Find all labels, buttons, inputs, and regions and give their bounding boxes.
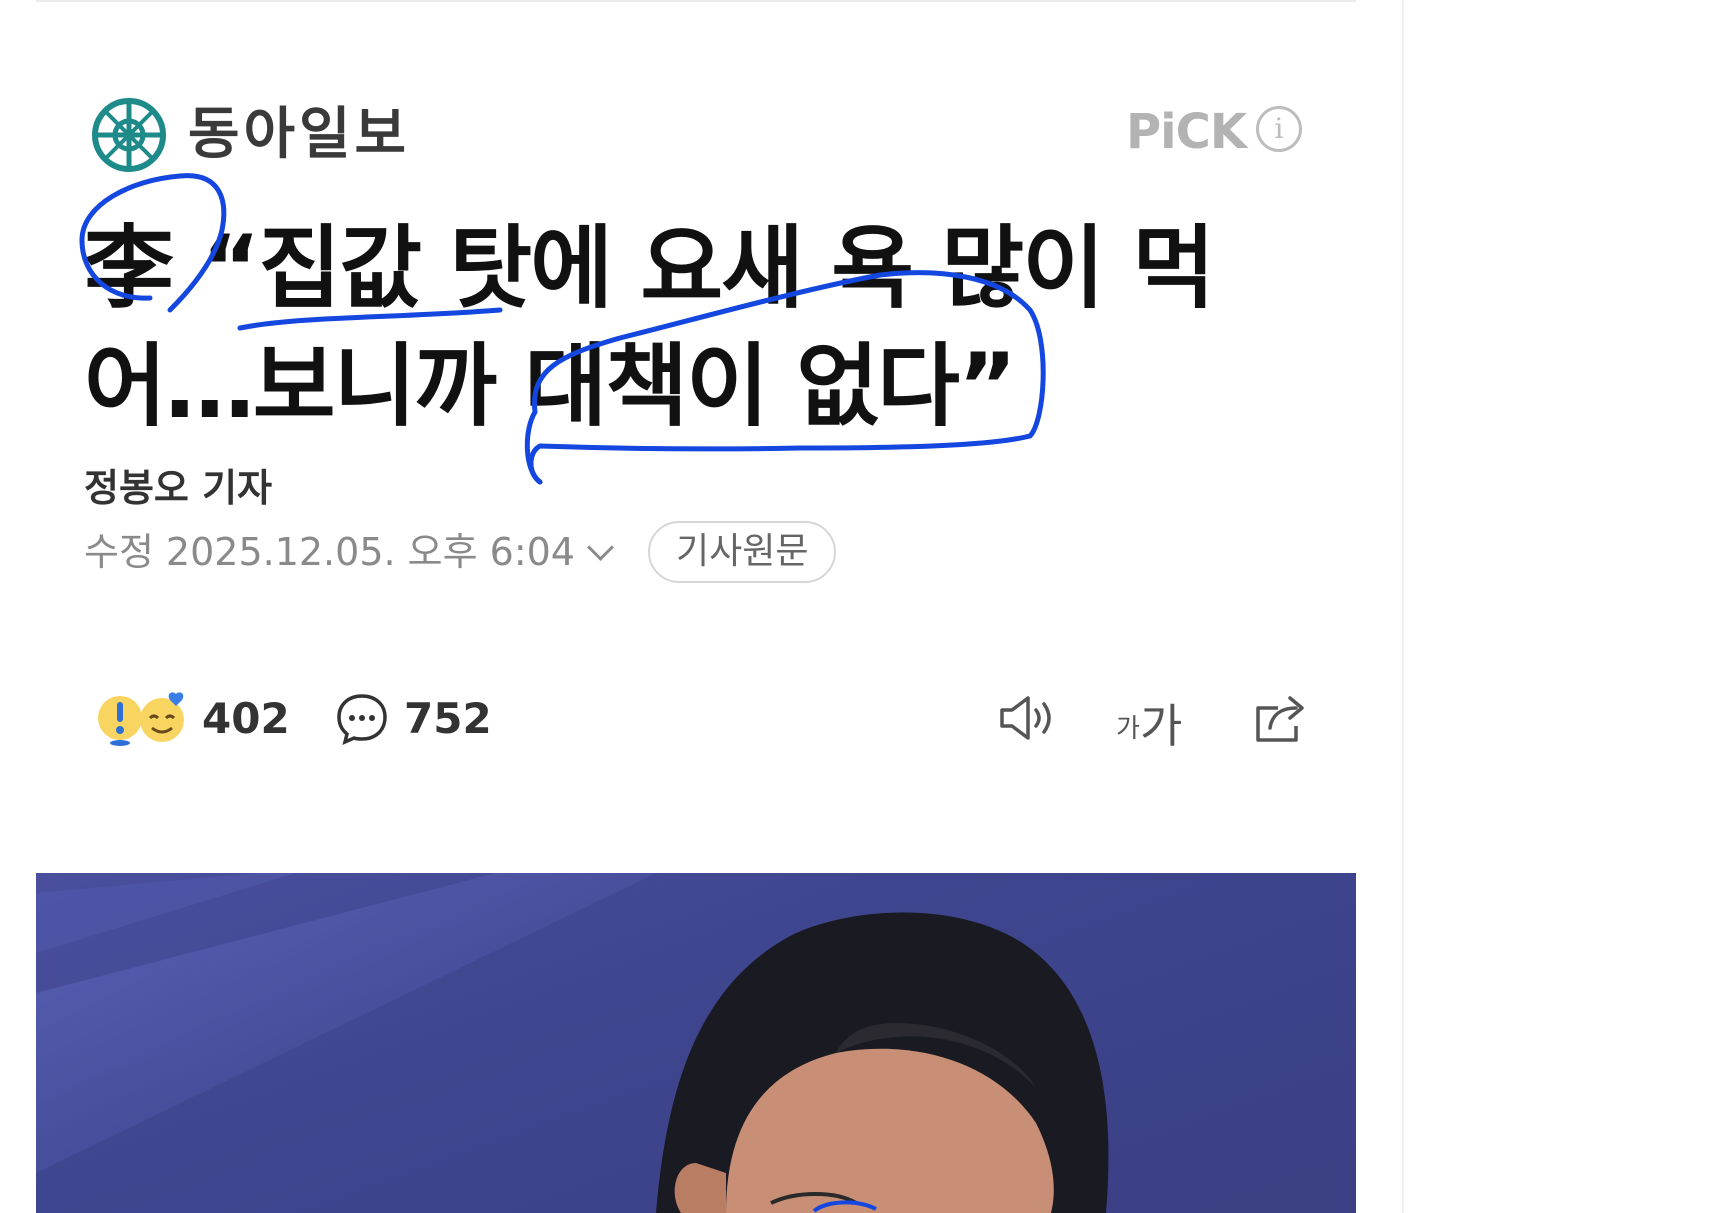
original-article-button[interactable]: 기사원문 <box>648 521 837 583</box>
pick-badge: PiCK <box>1126 104 1247 160</box>
article-view: 동아일보 PiCK i 李 “집값 탓에 요새 욕 많이 먹 어…보니까 대책이… <box>0 0 1402 1213</box>
share-icon[interactable] <box>1250 690 1310 746</box>
date-label: 수정 <box>84 530 154 574</box>
reaction-icons <box>94 688 194 748</box>
press-logo-icon[interactable] <box>90 96 168 174</box>
article-headline: 李 “집값 탓에 요새 욕 많이 먹 어…보니까 대책이 없다” <box>84 210 1224 446</box>
font-size-button[interactable]: 가가 가 가 <box>1116 690 1192 753</box>
headline-line-1: 李 “집값 탓에 요새 욕 많이 먹 <box>84 216 1215 321</box>
comment-button[interactable]: 752 <box>334 688 492 748</box>
chevron-down-icon[interactable] <box>587 533 614 561</box>
comment-count: 752 <box>404 693 492 743</box>
article-photo <box>36 873 1356 1213</box>
reporter-name[interactable]: 정봉오 기자 <box>84 464 272 512</box>
headline-line-2: 어…보니까 대책이 없다” <box>84 334 1017 439</box>
date-value: 2025.12.05. 오후 6:04 <box>165 530 575 574</box>
press-name[interactable]: 동아일보 <box>188 100 410 170</box>
article-photo-image <box>36 873 1109 1213</box>
info-icon[interactable]: i <box>1256 106 1302 152</box>
font-size-large-glyph: 가 <box>1140 699 1183 753</box>
speaker-icon[interactable] <box>996 690 1056 746</box>
comment-icon <box>337 694 387 746</box>
font-size-small-glyph: 가 <box>1116 714 1140 744</box>
column-divider <box>1402 0 1404 1213</box>
article-meta: 수정 2025.12.05. 오후 6:04 기사원문 <box>84 521 837 583</box>
reaction-count: 402 <box>202 693 290 743</box>
reaction-button[interactable]: 402 <box>94 688 290 748</box>
surprise-emoji-icon <box>98 692 184 746</box>
